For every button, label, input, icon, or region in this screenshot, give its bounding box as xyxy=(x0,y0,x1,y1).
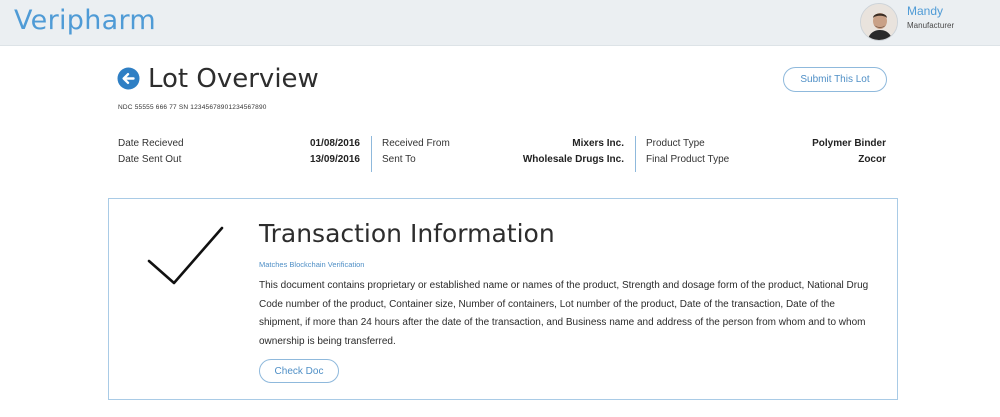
product-type-value: Polymer Binder xyxy=(812,138,886,149)
product-section: Product Type Polymer Binder Final Produc… xyxy=(646,138,886,172)
divider xyxy=(371,136,372,172)
checkmark-icon xyxy=(144,224,226,286)
date-received-label: Date Recieved xyxy=(118,138,184,149)
user-name[interactable]: Mandy xyxy=(907,4,943,18)
user-avatar[interactable] xyxy=(860,3,898,41)
transaction-description: This document contains proprietary or es… xyxy=(259,280,869,347)
dates-section: Date Recieved 01/08/2016 Date Sent Out 1… xyxy=(118,138,360,172)
sent-to-value: Wholesale Drugs Inc. xyxy=(522,154,624,165)
final-product-type-value: Zocor xyxy=(858,154,886,165)
date-sent-label: Date Sent Out xyxy=(118,154,182,165)
user-role: Manufacturer xyxy=(907,21,955,30)
received-from-label: Received From xyxy=(382,138,450,149)
date-sent-value: 13/09/2016 xyxy=(309,154,360,165)
submit-lot-button[interactable]: Submit This Lot xyxy=(783,67,887,92)
sent-to-label: Sent To xyxy=(382,154,416,165)
product-type-label: Product Type xyxy=(646,138,705,149)
divider xyxy=(635,136,636,172)
date-received-value: 01/08/2016 xyxy=(309,138,360,149)
verification-status: Matches Blockchain Verification xyxy=(259,260,365,269)
transaction-title: Transaction Information xyxy=(259,219,555,248)
brand-logo[interactable]: Veripharm xyxy=(14,5,156,36)
received-from-value: Mixers Inc. xyxy=(572,138,624,149)
top-bar: Veripharm Mandy Manufacturer xyxy=(0,0,1000,46)
back-arrow-icon[interactable] xyxy=(117,67,140,90)
page-title: Lot Overview xyxy=(148,64,319,94)
check-doc-button[interactable]: Check Doc xyxy=(259,359,339,383)
parties-section: Received From Mixers Inc. Sent To Wholes… xyxy=(382,138,624,172)
ndc-serial: NDC 55555 666 77 SN 12345678901234567890 xyxy=(118,104,267,111)
avatar-icon xyxy=(861,4,897,40)
final-product-type-label: Final Product Type xyxy=(646,154,730,165)
